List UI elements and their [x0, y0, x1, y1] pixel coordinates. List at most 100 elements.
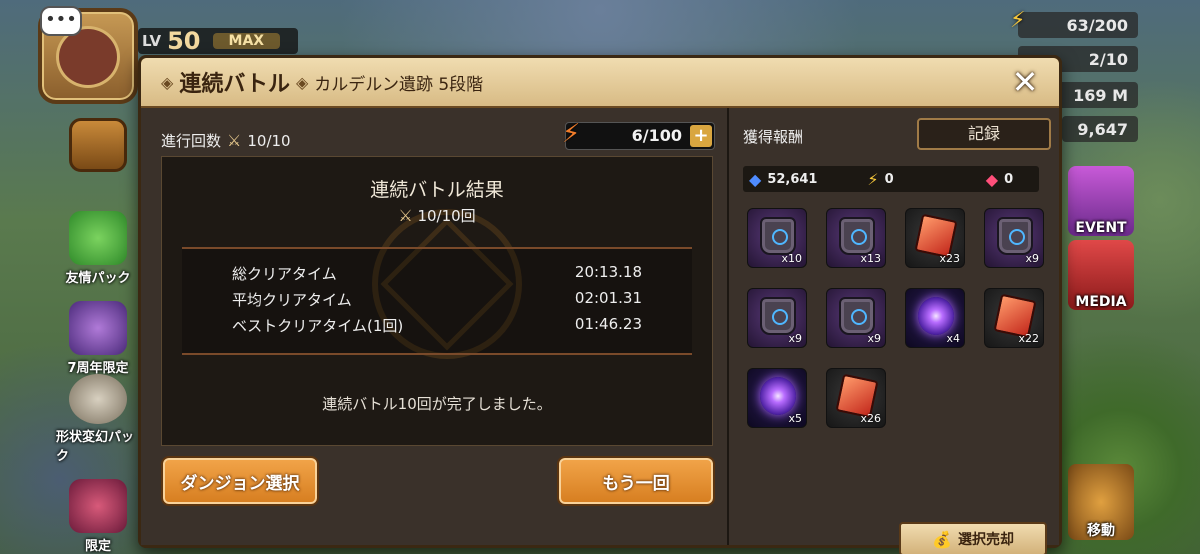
orb-item[interactable]: x4	[905, 288, 965, 348]
progress-count: 進行回数 ⚔ 10/10	[161, 130, 291, 151]
move-label: 移動	[1087, 523, 1115, 539]
dialog-body: 進行回数 ⚔ 10/10 ⚡ 6/100 + 連続バトル結果 ⚔ 10/10回	[141, 108, 1059, 554]
crafting-stone-item[interactable]: x22	[984, 288, 1044, 348]
limited-pack-button[interactable]: 限定	[56, 464, 140, 554]
anniversary-chest-icon	[69, 301, 127, 355]
stat-value: 20:13.18	[574, 263, 642, 281]
item-quantity: x9	[867, 332, 881, 345]
clover-gift-icon	[69, 211, 127, 265]
treasure-chest-button[interactable]	[56, 112, 140, 174]
move-button[interactable]: 移動	[1068, 464, 1134, 540]
dialog-titlebar: ◈ 連続バトル ◈ カルデルン遺跡 5段階 ✕	[141, 58, 1059, 108]
stat-row: 総クリアタイム 20:13.18	[232, 263, 642, 287]
ruby-icon: ◆	[985, 169, 999, 189]
shapeshift-pack-button[interactable]: 形状変幻パック	[56, 374, 140, 464]
player-avatar[interactable]: •••	[38, 6, 138, 104]
arena-wings-value: 2/10	[1088, 49, 1128, 69]
stat-value: 01:46.23	[574, 315, 642, 333]
level-label: LV	[142, 32, 162, 50]
item-quantity: x26	[860, 412, 881, 425]
shapeshift-medal-icon	[69, 374, 127, 424]
stat-row: 平均クリアタイム 02:01.31	[232, 289, 642, 313]
dialog-title: 連続バトル	[179, 72, 290, 97]
treasure-chest-icon	[69, 118, 127, 172]
progress-label: 進行回数	[161, 132, 222, 150]
event-button[interactable]: EVENT	[1068, 166, 1134, 236]
item-quantity: x9	[788, 332, 802, 345]
add-energy-button[interactable]: +	[690, 125, 712, 147]
completion-message: 連続バトル10回が完了しました。	[322, 395, 552, 413]
rewards-title: 獲得報酬	[743, 128, 804, 146]
dungeon-select-button[interactable]: ダンジョン選択	[161, 456, 319, 506]
crystal-icon: ◆	[749, 169, 762, 189]
item-quantity: x10	[781, 252, 802, 265]
result-count-value: 10/10回	[417, 207, 476, 225]
rune-icon	[760, 297, 796, 335]
rune-item[interactable]: x9	[747, 288, 807, 348]
item-quantity: x22	[1018, 332, 1039, 345]
result-heading: 連続バトル結果	[370, 179, 504, 201]
rune-icon	[839, 297, 875, 335]
record-button[interactable]: 記録	[917, 118, 1051, 150]
rune-item[interactable]: x9	[826, 288, 886, 348]
item-quantity: x13	[860, 252, 881, 265]
limited-chest-icon	[69, 479, 127, 533]
rune-item[interactable]: x10	[747, 208, 807, 268]
dialog-energy-value: 6/100	[631, 126, 682, 145]
item-quantity: x9	[1025, 252, 1039, 265]
media-label: MEDIA	[1075, 294, 1127, 310]
purple-orb-icon	[760, 377, 796, 415]
crossed-swords-icon: ⚔	[227, 131, 242, 150]
crystal-reward: ◆ 52,641	[743, 170, 861, 189]
event-label: EVENT	[1075, 220, 1127, 236]
mana-counter: 169 M	[1058, 82, 1138, 108]
media-button[interactable]: MEDIA	[1068, 240, 1134, 310]
orb-item[interactable]: x5	[747, 368, 807, 428]
energy-bolt-icon: ⚡	[867, 169, 879, 189]
energy-bolt-icon: ⚡	[562, 119, 581, 149]
crafting-stone-item[interactable]: x26	[826, 368, 886, 428]
item-quantity: x5	[788, 412, 802, 425]
limited-pack-label: 限定	[84, 539, 111, 554]
level-value: 50	[167, 27, 201, 55]
rune-icon	[839, 217, 875, 255]
dialog-energy-bar: ⚡ 6/100 +	[562, 119, 715, 150]
player-level-bar: LV 50 MAX	[138, 27, 298, 55]
friend-pack-button[interactable]: 友情パック	[56, 196, 140, 286]
sell-selected-button[interactable]: 💰 選択売却	[899, 522, 1047, 554]
result-panel: 連続バトル結果 ⚔ 10/10回 総クリアタイム 20:13.18 平均クリアタ…	[161, 156, 713, 446]
anniversary-pack-button[interactable]: 7周年限定	[56, 286, 140, 376]
retry-button[interactable]: もう一回	[557, 456, 715, 506]
crystal-value: 9,647	[1077, 119, 1128, 139]
rune-item[interactable]: x9	[984, 208, 1044, 268]
rune-icon	[997, 217, 1033, 255]
crystal-counter: 9,647	[1062, 116, 1138, 142]
rune-item[interactable]: x13	[826, 208, 886, 268]
close-icon[interactable]: ✕	[1007, 64, 1043, 100]
rewards-pane: 獲得報酬 記録 ◆ 52,641 ⚡ 0 ◆ 0 x10 x13 x23 x9 x9 …	[727, 108, 1059, 554]
item-quantity: x4	[946, 332, 960, 345]
crossed-swords-icon: ⚔	[398, 206, 413, 225]
continuous-battle-dialog: ◈ 連続バトル ◈ カルデルン遺跡 5段階 ✕ 進行回数 ⚔ 10/10 ⚡ 6…	[138, 55, 1062, 554]
money-bag-icon: 💰	[932, 529, 952, 549]
chat-bubble-icon[interactable]: •••	[40, 6, 82, 36]
stat-row: ベストクリアタイム(1回) 01:46.23	[232, 315, 642, 339]
energy-bolt-icon: ⚡	[1010, 8, 1026, 33]
stat-label: 総クリアタイム	[232, 265, 337, 283]
energy-reward: ⚡ 0	[861, 170, 979, 189]
progress-value: 10/10	[247, 131, 291, 150]
purple-orb-icon	[918, 297, 954, 335]
energy-counter: 63/200	[1018, 12, 1138, 38]
item-quantity: x23	[939, 252, 960, 265]
rune-icon	[760, 217, 796, 255]
retry-label: もう一回	[602, 473, 670, 494]
dungeon-subtitle: カルデルン遺跡 5段階	[314, 74, 484, 95]
stat-value: 02:01.31	[574, 289, 642, 307]
crystal-reward-value: 52,641	[767, 171, 818, 187]
shapeshift-pack-label: 形状変幻パック	[56, 430, 135, 464]
ruby-reward: ◆ 0	[980, 170, 1039, 189]
dungeon-select-label: ダンジョン選択	[180, 473, 300, 494]
stat-label: 平均クリアタイム	[232, 291, 352, 309]
sell-selected-label: 選択売却	[957, 532, 1014, 548]
crafting-stone-item[interactable]: x23	[905, 208, 965, 268]
